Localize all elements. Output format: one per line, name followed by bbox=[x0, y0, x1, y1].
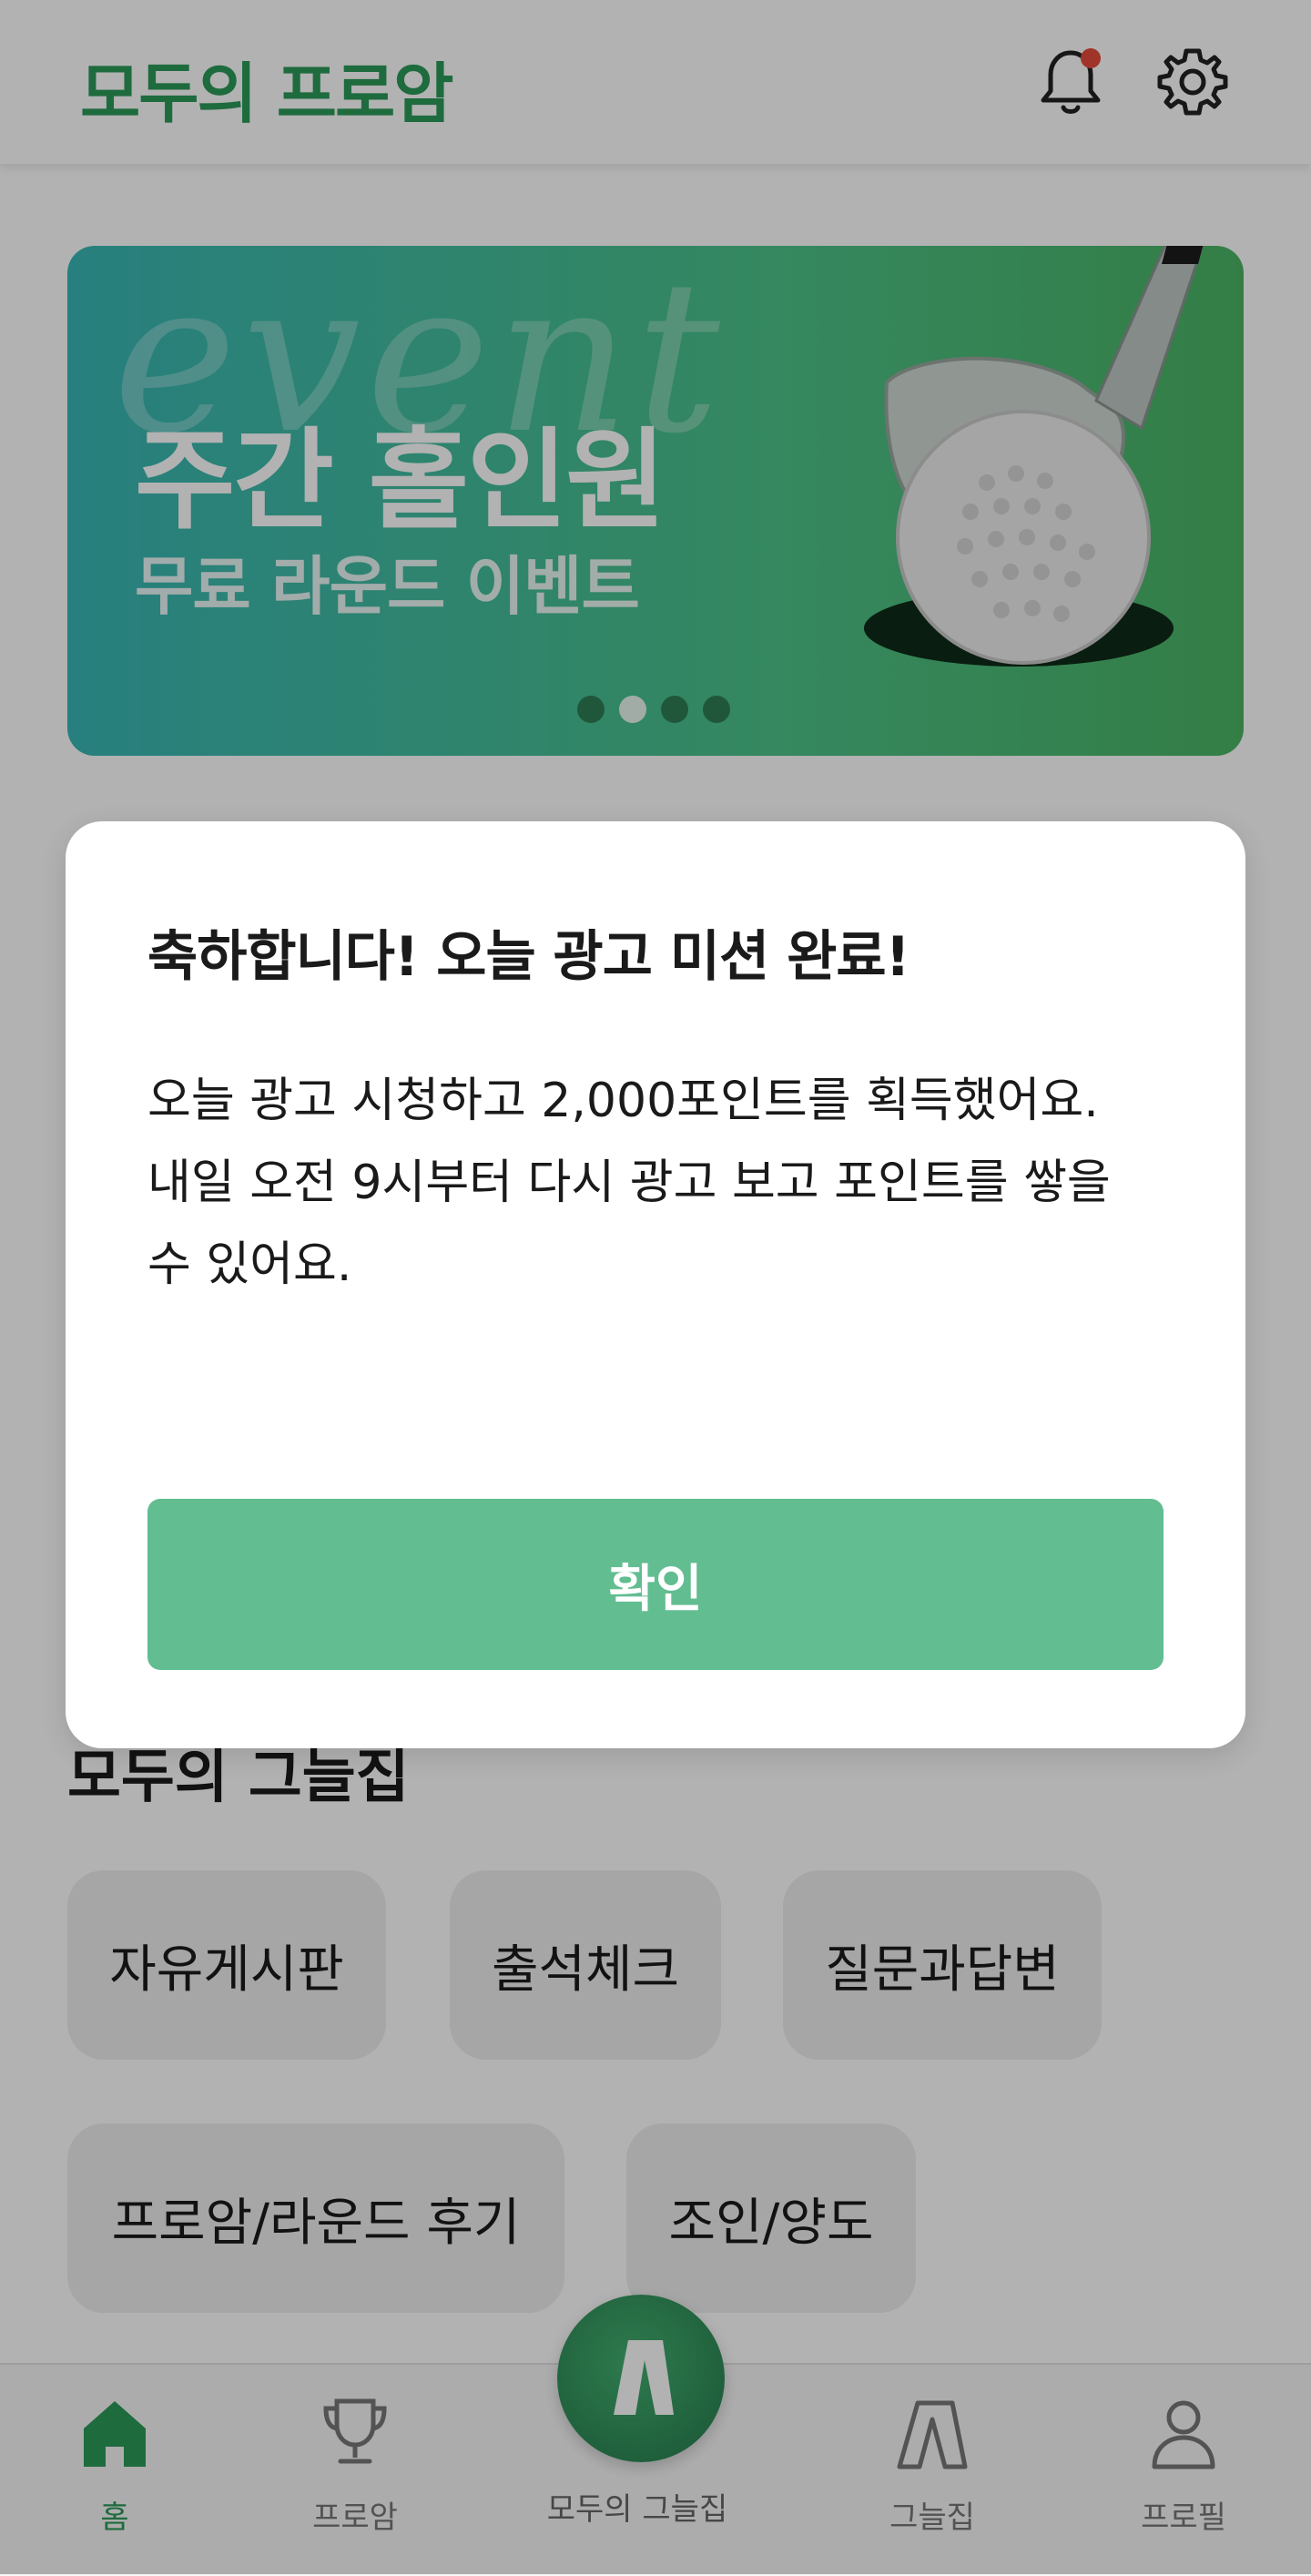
dialog-message-line: 내일 오전 9시부터 다시 광고 보고 포인트를 쌓을 수 있어요. bbox=[147, 1156, 1111, 1292]
dialog-message: 오늘 광고 시청하고 2,000포인트를 획득했어요. 내일 오전 9시부터 다… bbox=[147, 1060, 1164, 1306]
dialog-message-line: 오늘 광고 시청하고 2,000포인트를 획득했어요. bbox=[147, 1074, 1099, 1128]
confirm-button[interactable]: 확인 bbox=[147, 1499, 1164, 1670]
home-screen: 모두의 프로암 event 주간 홀인원 무료 라운드 이벤트 모두의 그늘집 … bbox=[0, 0, 1311, 2576]
mission-complete-dialog: 축하합니다! 오늘 광고 미션 완료! 오늘 광고 시청하고 2,000포인트를… bbox=[66, 821, 1245, 1748]
dialog-title: 축하합니다! 오늘 광고 미션 완료! bbox=[147, 925, 910, 989]
